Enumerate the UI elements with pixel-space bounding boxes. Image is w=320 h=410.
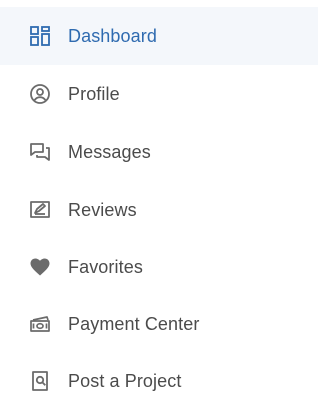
- chat-bubbles-icon: [29, 141, 51, 163]
- sidebar-item-label: Payment Center: [68, 313, 200, 334]
- heart-icon: [29, 256, 51, 278]
- sidebar-item-label: Reviews: [68, 199, 137, 220]
- sidebar-item-favorites[interactable]: Favorites: [0, 238, 318, 296]
- sidebar-item-post-a-project[interactable]: Post a Project: [0, 352, 318, 410]
- dashboard-grid-icon: [29, 25, 51, 47]
- document-search-icon: [29, 370, 51, 392]
- sidebar-item-label: Profile: [68, 83, 120, 104]
- sidebar-nav: Dashboard Profile Messages Reviews Favor…: [0, 0, 318, 410]
- cash-icon: [29, 313, 51, 335]
- user-circle-icon: [29, 83, 51, 105]
- sidebar-item-label: Favorites: [68, 256, 143, 277]
- sidebar-item-reviews[interactable]: Reviews: [0, 181, 318, 239]
- sidebar-item-profile[interactable]: Profile: [0, 65, 318, 123]
- sidebar-item-label: Post a Project: [68, 370, 182, 391]
- sidebar-item-messages[interactable]: Messages: [0, 123, 318, 181]
- review-card-icon: [29, 199, 51, 221]
- sidebar-item-payment-center[interactable]: Payment Center: [0, 295, 318, 353]
- sidebar-item-dashboard[interactable]: Dashboard: [0, 7, 318, 65]
- sidebar-item-label: Dashboard: [68, 25, 157, 46]
- sidebar-item-label: Messages: [68, 141, 151, 162]
